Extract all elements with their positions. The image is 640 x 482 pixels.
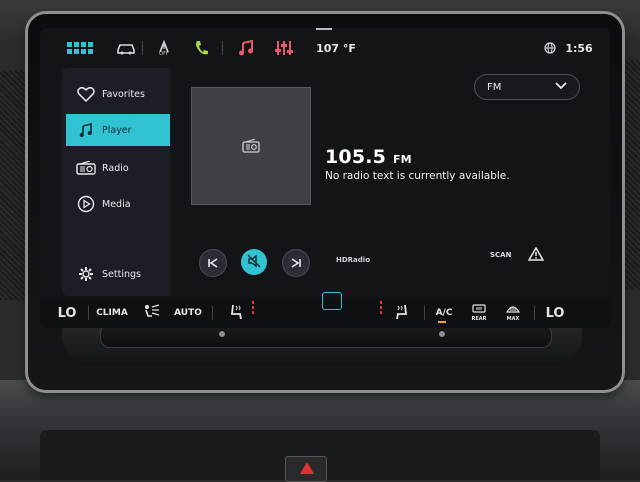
skip-forward-icon	[290, 254, 302, 273]
sidebar-item-radio[interactable]: Radio	[62, 152, 170, 184]
divider	[142, 41, 143, 55]
divider	[534, 306, 535, 320]
sidebar-item-player[interactable]: Player	[66, 114, 170, 146]
speaker-muted-icon	[247, 253, 261, 272]
divider	[424, 306, 425, 320]
rear-defrost-icon	[472, 304, 486, 316]
music-note-icon	[76, 123, 96, 137]
hd-radio-logo: HDRadio	[336, 256, 371, 264]
divider	[88, 306, 89, 320]
airflow-button[interactable]	[136, 303, 166, 323]
ac-indicator	[438, 321, 446, 323]
warning-icon[interactable]	[527, 246, 545, 265]
globe-icon[interactable]	[542, 38, 558, 58]
divider	[222, 41, 223, 55]
station-artwork	[191, 87, 311, 205]
sidebar-item-label: Favorites	[102, 88, 145, 100]
hazard-button[interactable]	[285, 456, 327, 482]
radio-icon	[76, 161, 96, 175]
music-note-icon[interactable]	[234, 38, 258, 58]
ac-label: A/C	[435, 308, 453, 318]
assist-off-label: OFF	[159, 50, 169, 57]
apps-grid-icon[interactable]	[66, 38, 94, 58]
next-button[interactable]	[282, 249, 310, 277]
max-label: MAX	[506, 316, 520, 322]
outside-temperature: 107 °F	[316, 41, 356, 55]
player-panel: FM 105.5 FM No radio text is currently a…	[170, 68, 598, 296]
slider-mark	[219, 331, 225, 337]
airflow-icon	[142, 303, 160, 323]
radio-text: No radio text is currently available.	[325, 170, 510, 182]
climate-menu-button[interactable]	[322, 292, 342, 310]
auto-button[interactable]: AUTO	[170, 303, 206, 323]
passenger-temperature[interactable]: LO	[540, 303, 570, 323]
previous-button[interactable]	[199, 249, 227, 277]
ac-button[interactable]: A/C	[432, 303, 456, 323]
sidebar-item-settings[interactable]: Settings	[62, 258, 170, 290]
frequency-unit: FM	[392, 153, 412, 166]
scan-button[interactable]: SCAN	[490, 251, 511, 259]
equalizer-icon[interactable]	[272, 38, 296, 58]
divider	[212, 306, 213, 320]
frequency-value: 105.5	[325, 146, 387, 168]
max-defrost-icon	[505, 304, 521, 316]
gear-icon	[76, 266, 96, 282]
sidebar-item-label: Settings	[102, 268, 141, 280]
chevron-down-icon	[555, 81, 567, 93]
sidebar-item-label: Media	[102, 198, 131, 210]
mute-button[interactable]	[241, 249, 267, 275]
rear-label: REAR	[471, 316, 487, 322]
clock: 1:56	[565, 41, 593, 55]
sidebar: Favorites Player Radio Media Settings	[62, 68, 170, 296]
seat-heat-icon	[229, 304, 243, 323]
station-frequency: 105.5 FM	[325, 146, 412, 168]
play-circle-icon	[76, 195, 96, 213]
top-bar: OFF 107 °F 1:56	[40, 28, 610, 68]
rear-defrost-button[interactable]: REAR	[466, 303, 492, 323]
driver-temperature[interactable]: LO	[52, 303, 82, 323]
clima-button[interactable]: CLIMA	[92, 303, 132, 323]
infotainment-screen: OFF 107 °F 1:56 Favorites Player Radio M…	[40, 28, 610, 328]
radio-icon	[242, 138, 260, 157]
phone-icon[interactable]	[190, 38, 212, 58]
max-defrost-button[interactable]: MAX	[500, 303, 526, 323]
driver-seat-heat-button[interactable]	[224, 303, 248, 323]
sidebar-item-label: Radio	[102, 162, 129, 174]
seat-heat-icon	[395, 304, 409, 323]
seat-heat-level	[252, 301, 254, 315]
sidebar-item-label: Player	[102, 124, 132, 136]
sidebar-item-media[interactable]: Media	[62, 188, 170, 220]
band-select[interactable]: FM	[474, 74, 580, 100]
car-icon[interactable]	[114, 38, 138, 58]
pull-down-handle[interactable]	[316, 28, 332, 30]
sidebar-item-favorites[interactable]: Favorites	[62, 78, 170, 110]
slider-mark	[439, 331, 445, 337]
band-value: FM	[487, 81, 502, 93]
seat-heat-level	[380, 301, 382, 315]
assist-off-icon[interactable]: OFF	[152, 38, 176, 58]
heart-icon	[76, 86, 96, 102]
passenger-seat-heat-button[interactable]	[390, 303, 414, 323]
skip-back-icon	[207, 254, 219, 273]
